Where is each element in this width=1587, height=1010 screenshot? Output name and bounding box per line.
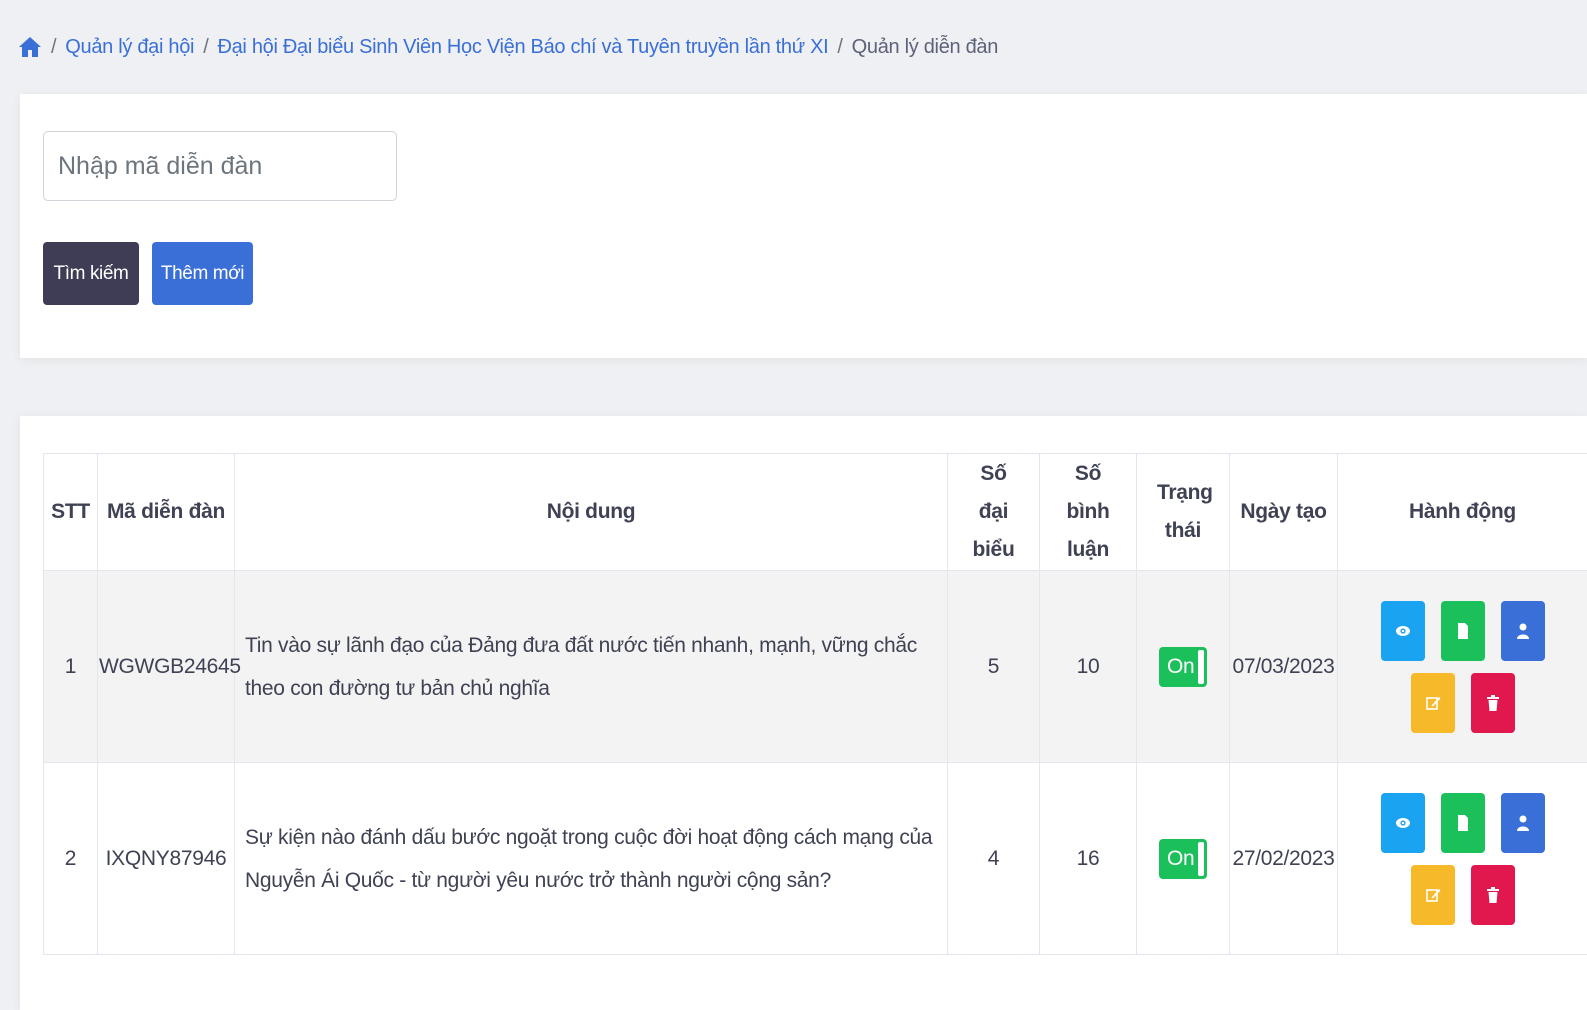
status-toggle-label: On <box>1167 654 1195 678</box>
user-icon <box>1516 623 1529 639</box>
header-code: Mã diễn đàn <box>97 453 235 571</box>
header-status: Trạng thái <box>1136 453 1230 571</box>
search-button[interactable]: Tìm kiếm <box>43 242 139 305</box>
search-panel: Tìm kiếm Thêm mới <box>20 94 1587 358</box>
header-stt: STT <box>43 453 98 571</box>
delete-button[interactable] <box>1470 672 1515 733</box>
table-header-row: STT Mã diễn đàn Nội dung Số đại biểu Số … <box>43 453 1587 571</box>
view-button[interactable] <box>1380 600 1425 661</box>
table-row: 1 WGWGB24645 Tin vào sự lãnh đạo của Đản… <box>43 570 1587 763</box>
row-comments: 16 <box>1039 762 1137 955</box>
eye-icon <box>1395 625 1410 636</box>
edit-button[interactable] <box>1410 672 1455 733</box>
row-stt: 2 <box>43 762 98 955</box>
add-new-button[interactable]: Thêm mới <box>152 242 253 305</box>
breadcrumb-separator: / <box>203 35 209 58</box>
status-toggle[interactable]: On <box>1159 838 1207 879</box>
header-delegates: Số đại biểu <box>947 453 1040 571</box>
header-actions: Hành động <box>1337 453 1587 571</box>
breadcrumb-separator: / <box>51 35 57 58</box>
row-actions <box>1337 762 1587 955</box>
row-comments: 10 <box>1039 570 1137 763</box>
row-content: Sự kiện nào đánh dấu bước ngoặt trong cu… <box>234 762 948 955</box>
delegates-button[interactable] <box>1500 792 1545 853</box>
trash-icon <box>1486 886 1499 903</box>
row-created: 07/03/2023 <box>1229 570 1338 763</box>
delegates-button[interactable] <box>1500 600 1545 661</box>
view-button[interactable] <box>1380 792 1425 853</box>
document-button[interactable] <box>1440 792 1485 853</box>
row-status-cell: On <box>1136 762 1230 955</box>
row-status-cell: On <box>1136 570 1230 763</box>
user-icon <box>1516 815 1529 831</box>
edit-button[interactable] <box>1410 864 1455 925</box>
forum-code-input[interactable] <box>43 131 397 201</box>
row-content: Tin vào sự lãnh đạo của Đảng đưa đất nướ… <box>234 570 948 763</box>
home-icon[interactable] <box>18 36 42 58</box>
row-delegates: 4 <box>947 762 1040 955</box>
toggle-knob <box>1198 649 1204 684</box>
document-button[interactable] <box>1440 600 1485 661</box>
breadcrumb-current: Quản lý diễn đàn <box>851 35 999 58</box>
edit-icon <box>1425 888 1440 902</box>
forum-table-panel: STT Mã diễn đàn Nội dung Số đại biểu Số … <box>20 416 1587 1010</box>
file-icon <box>1457 622 1468 639</box>
delete-button[interactable] <box>1470 864 1515 925</box>
header-content: Nội dung <box>234 453 948 571</box>
breadcrumb: / Quản lý đại hội / Đại hội Đại biểu Sin… <box>18 30 998 64</box>
row-actions <box>1337 570 1587 763</box>
row-code: WGWGB24645 <box>97 570 241 763</box>
table-row: 2 IXQNY87946 Sự kiện nào đánh dấu bước n… <box>43 762 1587 955</box>
status-toggle[interactable]: On <box>1159 646 1207 687</box>
row-code: IXQNY87946 <box>97 762 235 955</box>
edit-icon <box>1425 696 1440 710</box>
header-created: Ngày tạo <box>1229 453 1338 571</box>
toggle-knob <box>1198 841 1204 876</box>
trash-icon <box>1486 694 1499 711</box>
breadcrumb-separator: / <box>837 35 843 58</box>
status-toggle-label: On <box>1167 846 1195 870</box>
row-stt: 1 <box>43 570 98 763</box>
file-icon <box>1457 814 1468 831</box>
row-delegates: 5 <box>947 570 1040 763</box>
row-created: 27/02/2023 <box>1229 762 1338 955</box>
breadcrumb-link-congress[interactable]: Quản lý đại hội <box>65 36 194 59</box>
forum-table: STT Mã diễn đàn Nội dung Số đại biểu Số … <box>43 453 1587 955</box>
breadcrumb-link-event[interactable]: Đại hội Đại biểu Sinh Viên Học Viện Báo … <box>217 36 828 59</box>
eye-icon <box>1395 817 1410 828</box>
header-comments: Số bình luận <box>1039 453 1137 571</box>
